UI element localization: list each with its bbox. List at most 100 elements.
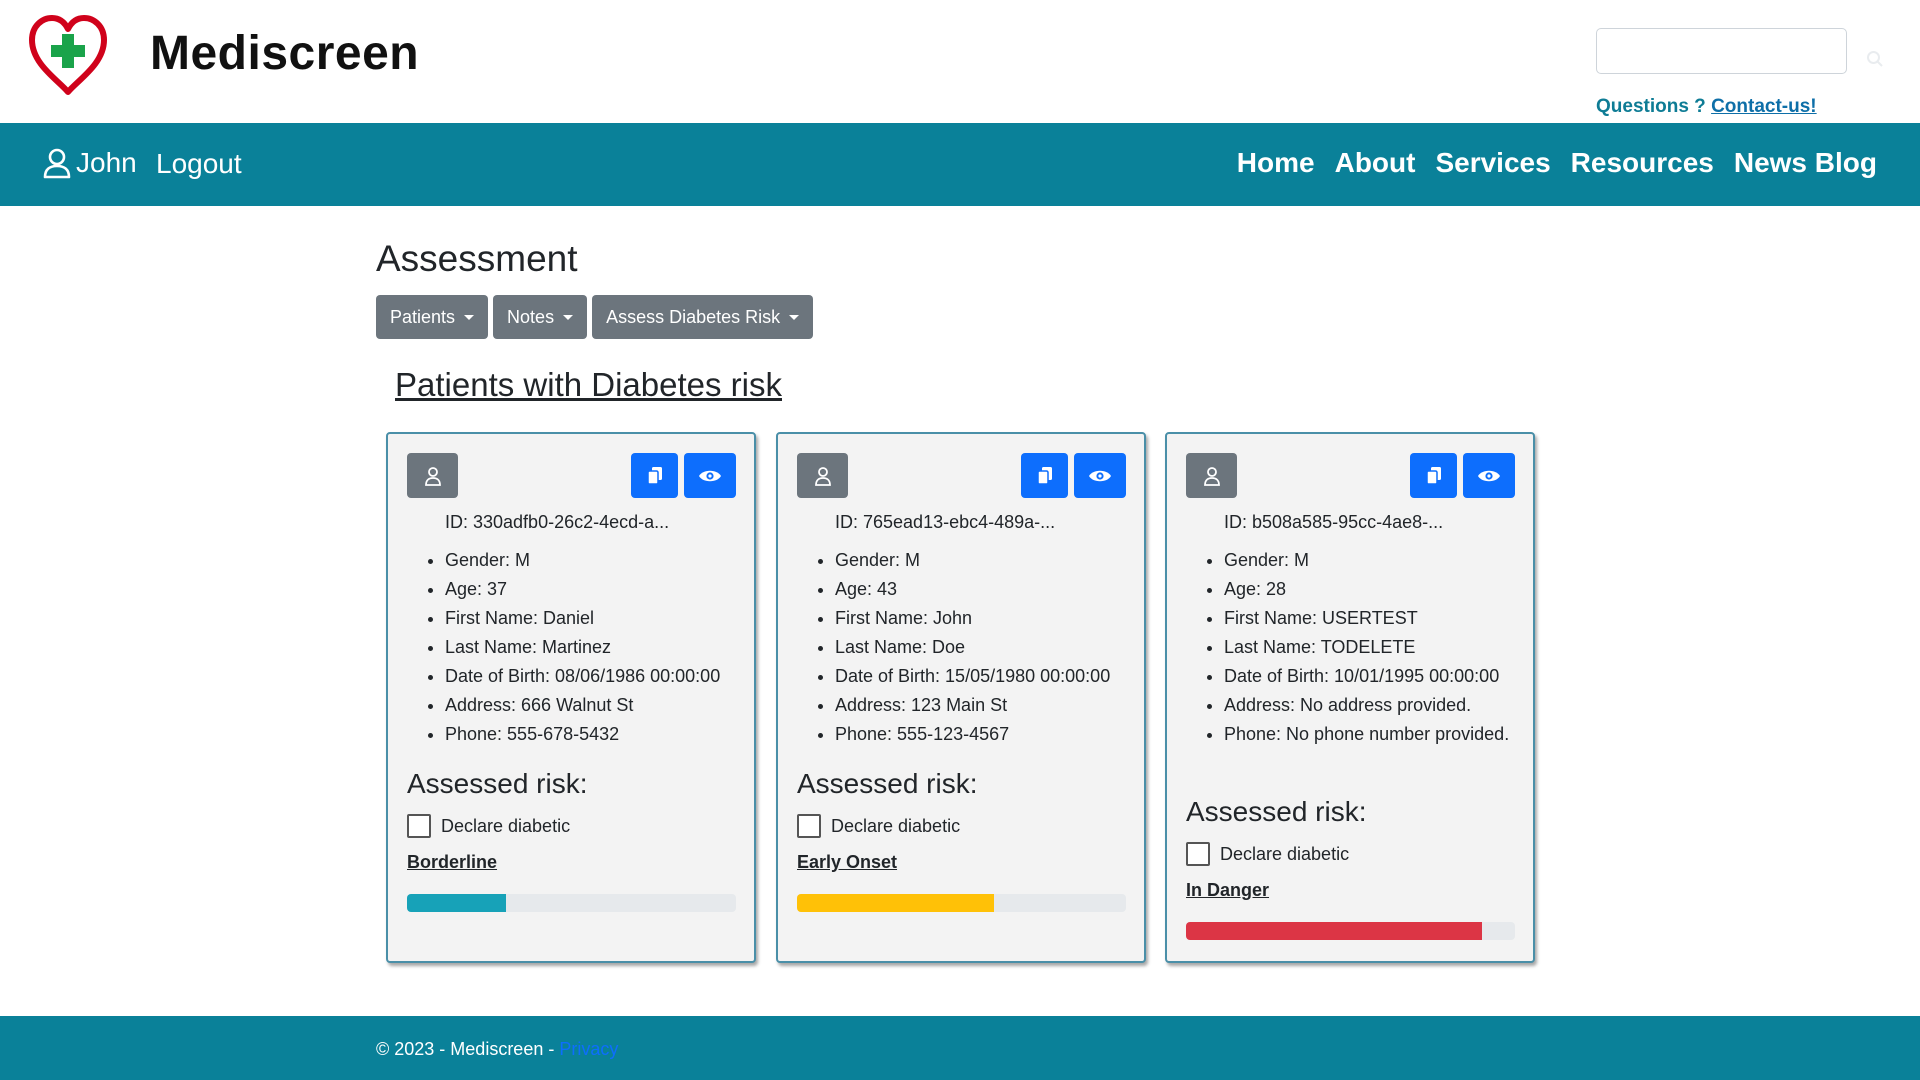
risk-progress-bar	[1186, 922, 1515, 940]
declare-diabetic-row: Declare diabetic	[407, 814, 570, 838]
eye-icon	[1478, 470, 1500, 481]
notes-dropdown-button[interactable]: Notes	[493, 295, 588, 339]
detail-last-name: Last Name: Martinez	[445, 633, 745, 662]
main-navbar: John Logout Home About Services Resource…	[0, 123, 1920, 206]
risk-progress-fill	[407, 894, 506, 912]
site-footer: © 2023 - Mediscreen - Privacy	[0, 1016, 1920, 1080]
assess-risk-dropdown-button[interactable]: Assess Diabetes Risk	[592, 295, 814, 339]
search-icon[interactable]	[1866, 50, 1884, 68]
view-button[interactable]	[684, 453, 736, 498]
patient-details-list: Gender: M Age: 37 First Name: Daniel Las…	[445, 546, 745, 749]
detail-address: Address: 123 Main St	[835, 691, 1135, 720]
detail-first-name: First Name: USERTEST	[1224, 604, 1524, 633]
detail-gender: Gender: M	[835, 546, 1135, 575]
copy-button[interactable]	[1410, 453, 1457, 498]
person-icon	[1203, 466, 1220, 486]
detail-first-name: First Name: Daniel	[445, 604, 745, 633]
patients-dropdown-label: Patients	[390, 306, 456, 327]
detail-first-name: First Name: John	[835, 604, 1135, 633]
detail-phone: Phone: 555-678-5432	[445, 720, 745, 749]
search-input[interactable]	[1596, 28, 1847, 74]
risk-progress-bar	[407, 894, 736, 912]
detail-date-of-birth: Date of Birth: 08/06/1986 00:00:00	[445, 662, 745, 691]
detail-date-of-birth: Date of Birth: 10/01/1995 00:00:00	[1224, 662, 1524, 691]
footer-text: © 2023 - Mediscreen - Privacy	[376, 1039, 618, 1060]
nav-links: Home About Services Resources News Blog	[1237, 147, 1877, 179]
notes-dropdown-label: Notes	[507, 306, 555, 327]
detail-last-name: Last Name: TODELETE	[1224, 633, 1524, 662]
copy-button[interactable]	[631, 453, 678, 498]
risk-progress-fill	[797, 894, 995, 912]
declare-diabetic-label: Declare diabetic	[831, 815, 961, 836]
caret-down-icon	[563, 314, 574, 320]
assess-risk-dropdown-label: Assess Diabetes Risk	[606, 306, 781, 327]
detail-gender: Gender: M	[1224, 546, 1524, 575]
view-button[interactable]	[1074, 453, 1126, 498]
assessed-risk-heading: Assessed risk:	[407, 768, 588, 799]
person-icon	[814, 466, 831, 486]
contact-us-link[interactable]: Contact-us!	[1711, 96, 1817, 117]
detail-last-name: Last Name: Doe	[835, 633, 1135, 662]
risk-level-link[interactable]: In Danger	[1186, 880, 1269, 901]
section-title: Patients with Diabetes risk	[395, 366, 782, 403]
detail-age: Age: 43	[835, 575, 1135, 604]
copy-button[interactable]	[1021, 453, 1068, 498]
declare-diabetic-row: Declare diabetic	[1186, 842, 1349, 866]
patients-dropdown-button[interactable]: Patients	[376, 295, 489, 339]
detail-phone: Phone: 555-123-4567	[835, 720, 1135, 749]
contact-prefix: Questions ?	[1596, 96, 1712, 117]
risk-level-link[interactable]: Borderline	[407, 852, 497, 873]
copy-icon	[646, 466, 662, 485]
site-header: Mediscreen Questions ? Contact-us!	[0, 0, 1920, 123]
patient-details-list: Gender: M Age: 43 First Name: John Last …	[835, 546, 1135, 749]
assessed-risk-heading: Assessed risk:	[797, 768, 978, 799]
patient-profile-button[interactable]	[407, 453, 458, 498]
caret-down-icon	[464, 314, 475, 320]
detail-address: Address: No address provided.	[1224, 691, 1524, 720]
declare-diabetic-checkbox[interactable]	[1186, 842, 1210, 866]
user-icon	[43, 148, 71, 179]
detail-address: Address: 666 Walnut St	[445, 691, 745, 720]
patient-card: ID: 765ead13-ebc4-489a-... Gender: M Age…	[776, 432, 1146, 963]
nav-user[interactable]: John	[42, 147, 137, 179]
declare-diabetic-checkbox[interactable]	[797, 814, 821, 838]
declare-diabetic-label: Declare diabetic	[441, 815, 571, 836]
assessed-risk-heading: Assessed risk:	[1186, 796, 1367, 827]
patient-id: ID: 765ead13-ebc4-489a-...	[835, 512, 1056, 532]
detail-age: Age: 28	[1224, 575, 1524, 604]
patient-id: ID: b508a585-95cc-4ae8-...	[1224, 512, 1444, 532]
copy-icon	[1425, 466, 1441, 485]
nav-link-services[interactable]: Services	[1435, 147, 1550, 179]
person-icon	[424, 466, 441, 486]
heart-cross-logo-icon[interactable]	[28, 14, 108, 96]
nav-link-about[interactable]: About	[1335, 147, 1416, 179]
detail-phone: Phone: No phone number provided.	[1224, 720, 1524, 749]
nav-link-home[interactable]: Home	[1237, 147, 1315, 179]
risk-progress-fill	[1186, 922, 1483, 940]
patient-profile-button[interactable]	[797, 453, 848, 498]
eye-icon	[1089, 470, 1111, 481]
nav-link-news-blog[interactable]: News Blog	[1734, 147, 1877, 179]
brand-name[interactable]: Mediscreen	[150, 26, 419, 81]
copy-icon	[1036, 466, 1052, 485]
footer-copyright: © 2023 - Mediscreen -	[376, 1039, 560, 1059]
action-button-row: Patients Notes Assess Diabetes Risk	[376, 295, 814, 339]
eye-icon	[699, 470, 721, 481]
declare-diabetic-checkbox[interactable]	[407, 814, 431, 838]
patient-card: ID: 330adfb0-26c2-4ecd-a... Gender: M Ag…	[386, 432, 756, 963]
detail-age: Age: 37	[445, 575, 745, 604]
risk-level-link[interactable]: Early Onset	[797, 852, 897, 873]
declare-diabetic-row: Declare diabetic	[797, 814, 960, 838]
declare-diabetic-label: Declare diabetic	[1220, 843, 1350, 864]
caret-down-icon	[789, 314, 800, 320]
patient-id: ID: 330adfb0-26c2-4ecd-a...	[445, 512, 670, 532]
nav-link-resources[interactable]: Resources	[1571, 147, 1714, 179]
page-title: Assessment	[376, 238, 578, 279]
contact-line: Questions ? Contact-us!	[1596, 96, 1817, 118]
view-button[interactable]	[1463, 453, 1515, 498]
logout-link[interactable]: Logout	[156, 148, 242, 180]
privacy-link[interactable]: Privacy	[559, 1039, 618, 1059]
detail-date-of-birth: Date of Birth: 15/05/1980 00:00:00	[835, 662, 1135, 691]
nav-user-name: John	[76, 147, 137, 178]
patient-profile-button[interactable]	[1186, 453, 1237, 498]
